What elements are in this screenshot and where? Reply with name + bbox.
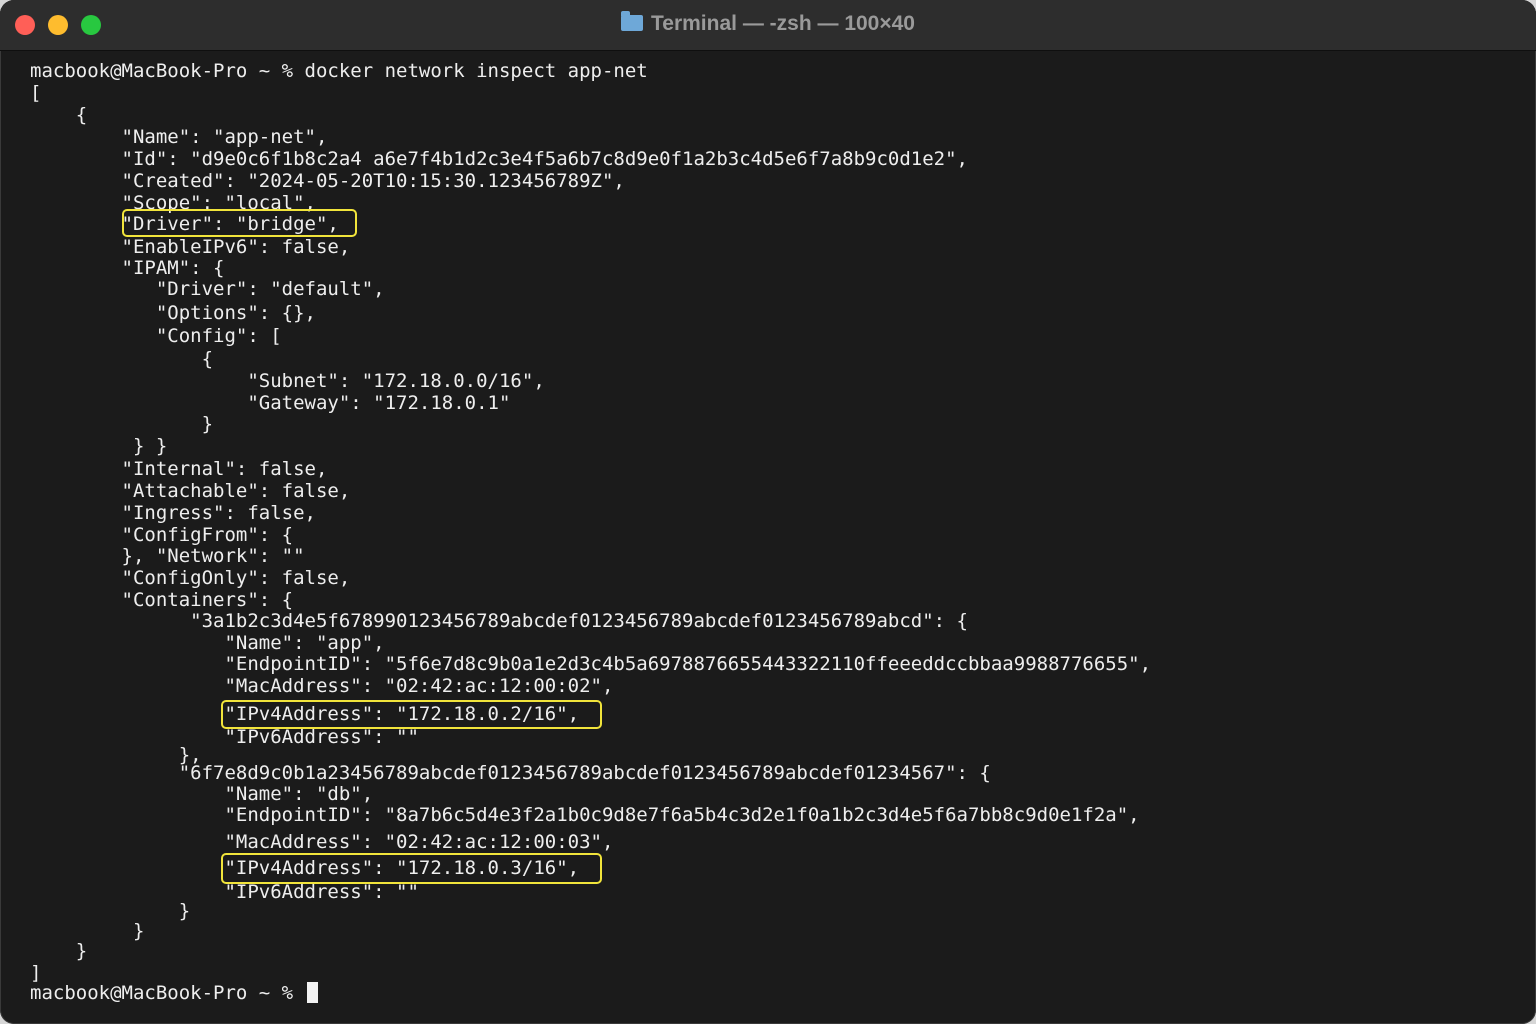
terminal-line: "MacAddress": "02:42:ac:12:00:03", bbox=[30, 831, 614, 853]
terminal-line: "Driver": "default", bbox=[30, 278, 385, 300]
terminal-line: }, "Network": "" bbox=[30, 545, 305, 567]
terminal-line: "Attachable": false, bbox=[30, 480, 351, 502]
highlight-db-ipv4 bbox=[221, 853, 602, 884]
terminal-line: "Name": "db", bbox=[30, 783, 374, 805]
terminal-line: } bbox=[30, 920, 145, 942]
terminal-line: "MacAddress": "02:42:ac:12:00:02", bbox=[30, 675, 614, 697]
terminal-line: "ConfigFrom": { bbox=[30, 524, 294, 546]
terminal-line: } } bbox=[30, 435, 168, 457]
terminal-line: "6f7e8d9c0b1a23456789abcdef0123456789abc… bbox=[30, 762, 991, 784]
terminal-window: Terminal — -zsh — 100×40 macbook@MacBook… bbox=[0, 0, 1536, 1024]
terminal-line: } bbox=[30, 900, 191, 922]
terminal-line: { bbox=[30, 104, 88, 126]
terminal-line: "Ingress": false, bbox=[30, 502, 316, 524]
terminal-line: } bbox=[30, 940, 88, 962]
text-cursor bbox=[306, 982, 318, 1003]
title-bar[interactable]: Terminal — -zsh — 100×40 bbox=[0, 0, 1536, 51]
terminal-line: "ConfigOnly": false, bbox=[30, 567, 351, 589]
terminal-line: "Internal": false, bbox=[30, 458, 328, 480]
terminal-line: "Subnet": "172.18.0.0/16", bbox=[30, 370, 545, 392]
terminal-line: "EndpointID": "5f6e7d8c9b0a1e2d3c4b5a697… bbox=[30, 653, 1152, 675]
window-title: Terminal — -zsh — 100×40 bbox=[651, 12, 915, 35]
shell-prompt: macbook@MacBook-Pro ~ % bbox=[30, 982, 305, 1004]
terminal-line: "Created": "2024-05-20T10:15:30.12345678… bbox=[30, 170, 625, 192]
terminal-line: "Name": "app-net", bbox=[30, 126, 328, 148]
terminal-line: "Name": "app", bbox=[30, 632, 385, 654]
folder-icon bbox=[621, 11, 644, 31]
terminal-line: "Containers": { bbox=[30, 589, 294, 611]
highlight-driver bbox=[122, 209, 357, 237]
terminal-line: "IPAM": { bbox=[30, 257, 225, 279]
terminal-line: "EndpointID": "8a7b6c5d4e3f2a1b0c9d8e7f6… bbox=[30, 804, 1140, 826]
terminal-line: "Gateway": "172.18.0.1" bbox=[30, 392, 511, 414]
terminal-line: { bbox=[30, 348, 214, 370]
terminal-line: "EnableIPv6": false, bbox=[30, 236, 351, 258]
terminal-line: "Id": "d9e0c6f1b8c2a4 a6e7f4b1d2c3e4f5a6… bbox=[30, 148, 969, 170]
terminal-line: "Config": [ bbox=[30, 325, 282, 347]
terminal-line: ] bbox=[30, 962, 42, 984]
window-title-container: Terminal — -zsh — 100×40 bbox=[0, 11, 1536, 36]
highlight-app-ipv4 bbox=[221, 700, 602, 729]
prompt-line[interactable]: macbook@MacBook-Pro ~ % bbox=[30, 982, 318, 1004]
terminal-line: macbook@MacBook-Pro ~ % docker network i… bbox=[30, 60, 648, 82]
terminal-line: "Options": {}, bbox=[30, 302, 316, 324]
terminal-line: [ bbox=[30, 82, 42, 104]
terminal-line: } bbox=[30, 413, 214, 435]
terminal-line: "3a1b2c3d4e5f678990123456789abcdef012345… bbox=[30, 610, 968, 632]
